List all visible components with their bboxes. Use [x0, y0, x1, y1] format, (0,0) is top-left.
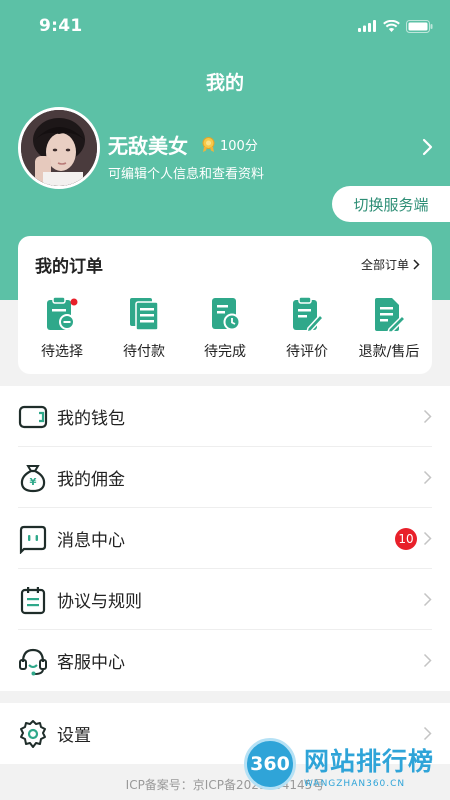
watermark-logo: 360 网站排行榜 WANGZHAN360.CN	[240, 738, 448, 798]
pending-complete-icon	[212, 298, 241, 331]
chevron-right-icon	[423, 409, 432, 424]
chevron-right-icon	[423, 592, 432, 607]
order-status-label: 待选择	[41, 344, 83, 360]
signal-icon	[358, 20, 376, 32]
avatar[interactable]	[18, 107, 100, 189]
money-bag-icon: ¥	[20, 464, 46, 492]
menu-item-label: 我的钱包	[57, 409, 125, 429]
order-status-list: 待选择 待付款 待完成 待评价 退款/售后	[18, 296, 432, 362]
order-status-label: 待评价	[286, 344, 328, 360]
pending-review-icon	[293, 296, 324, 332]
switch-service-button[interactable]: 切换服务端	[332, 186, 450, 222]
menu-item-label: 客服中心	[57, 653, 125, 673]
headset-icon	[19, 648, 47, 675]
orders-title: 我的订单	[35, 257, 103, 277]
calendar-doc-icon	[20, 586, 46, 614]
profile-subtitle: 可编辑个人信息和查看资料	[108, 167, 265, 182]
unread-badge: 10	[395, 527, 417, 550]
points-text: 100分	[220, 138, 258, 154]
user-name: 无敌美女	[108, 134, 188, 158]
order-status-pending-complete[interactable]: 待完成	[186, 296, 264, 362]
svg-text:¥: ¥	[30, 477, 37, 488]
menu-item-label: 设置	[57, 726, 91, 746]
chevron-right-icon	[423, 653, 432, 668]
chevron-right-icon	[413, 259, 420, 270]
avatar-image	[21, 110, 97, 186]
menu-item-label: 消息中心	[57, 531, 125, 551]
battery-icon	[406, 19, 433, 33]
page-title: 我的	[205, 72, 244, 94]
order-status-refund[interactable]: 退款/售后	[350, 296, 428, 362]
order-status-label: 待付款	[123, 344, 165, 360]
order-status-label: 退款/售后	[358, 344, 420, 360]
message-icon	[19, 525, 47, 554]
menu-item-wallet[interactable]: 我的钱包	[0, 386, 450, 447]
all-orders-label: 全部订单	[360, 258, 409, 272]
menu-item-agreements[interactable]: 协议与规则	[0, 569, 450, 630]
menu-list: 我的钱包 ¥ 我的佣金 消息中心 10 协议与规则 客服中心	[0, 386, 450, 691]
chevron-right-icon	[423, 531, 432, 546]
all-orders-link[interactable]: 全部订单	[361, 256, 420, 273]
menu-item-label: 我的佣金	[57, 470, 125, 490]
pending-select-icon	[47, 296, 78, 330]
orders-card: 我的订单 全部订单 待选择 待付款 待完成 待评价 退款/售后	[18, 236, 432, 374]
status-bar: 9:41	[0, 0, 450, 52]
medal-icon	[202, 136, 215, 152]
pending-payment-icon	[130, 298, 159, 331]
menu-item-support[interactable]: 客服中心	[0, 630, 450, 691]
order-status-pending-select[interactable]: 待选择	[23, 296, 101, 362]
wallet-icon	[18, 405, 48, 428]
points-badge: 100分	[200, 135, 258, 154]
wifi-icon	[383, 20, 400, 32]
menu-item-label: 协议与规则	[57, 592, 142, 612]
chevron-right-icon	[423, 470, 432, 485]
order-status-pending-payment[interactable]: 待付款	[105, 296, 183, 362]
chevron-right-icon[interactable]	[420, 138, 434, 156]
menu-item-messages[interactable]: 消息中心 10	[0, 508, 450, 569]
refund-icon	[375, 298, 406, 332]
status-time: 9:41	[39, 16, 83, 36]
watermark-subtext: WANGZHAN360.CN	[304, 779, 406, 789]
watermark-text: 网站排行榜	[304, 747, 435, 776]
gear-icon	[20, 719, 46, 748]
status-icons	[358, 19, 433, 33]
menu-item-commission[interactable]: ¥ 我的佣金	[0, 447, 450, 508]
watermark-badge: 360	[244, 738, 296, 790]
order-status-label: 待完成	[204, 344, 246, 360]
order-status-pending-review[interactable]: 待评价	[268, 296, 346, 362]
